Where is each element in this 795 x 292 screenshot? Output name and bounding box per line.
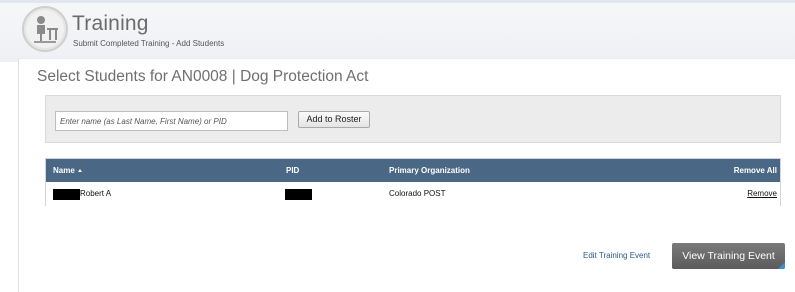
student-name: Robert A [80,189,112,198]
table-header: Name PID Primary Organization Remove All [46,159,780,182]
table-row: Robert A Colorado POST Remove [46,182,780,206]
top-border [0,0,795,3]
column-header-pid: PID [286,166,300,175]
roster-table: Name PID Primary Organization Remove All… [45,158,781,206]
trainer-at-desk-icon [22,6,68,52]
app-subtitle: Submit Completed Training - Add Students [73,39,225,48]
column-header-organization: Primary Organization [389,166,470,175]
page-title: Select Students for AN0008 | Dog Protect… [37,68,369,85]
remove-student-link[interactable]: Remove [747,182,777,206]
student-search-input[interactable] [55,111,288,131]
remove-all-link[interactable]: Remove All [734,159,777,182]
edit-training-event-link[interactable]: Edit Training Event [583,251,650,260]
corner-accent-icon [778,262,785,269]
column-header-name[interactable]: Name [53,159,82,182]
view-training-event-label: View Training Event [682,250,775,262]
add-to-roster-button[interactable]: Add to Roster [298,111,370,128]
app-title: Training [72,12,149,35]
redacted-name-block [53,189,80,200]
student-organization: Colorado POST [389,189,446,198]
column-header-name-label: Name [53,166,75,175]
sort-ascending-icon [77,169,82,173]
view-training-event-button[interactable]: View Training Event [672,243,785,269]
redacted-pid-block [285,189,312,200]
